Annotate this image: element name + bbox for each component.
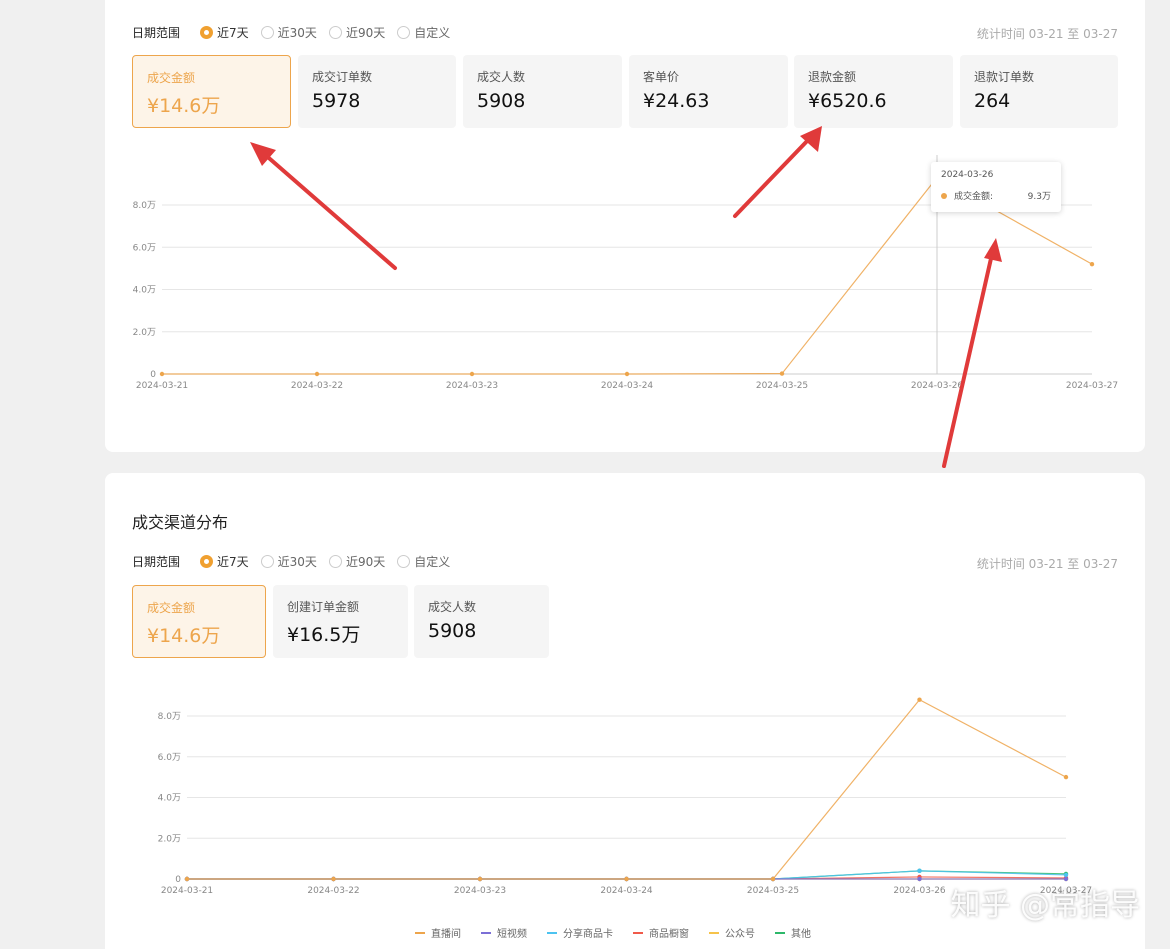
x-tick-label: 2024-03-21 xyxy=(161,886,213,896)
tooltip-value: 9.3万 xyxy=(1027,192,1051,202)
x-tick-label: 2024-03-25 xyxy=(747,886,799,896)
legend-line-icon xyxy=(547,931,557,934)
data-point xyxy=(1063,872,1069,878)
tooltip-series: 成交金额: xyxy=(954,192,994,202)
data-point xyxy=(184,876,190,882)
y-tick-label: 4.0万 xyxy=(133,286,156,296)
data-point xyxy=(1089,261,1095,267)
legend-item[interactable]: 短视频 xyxy=(481,925,527,940)
y-tick-label: 6.0万 xyxy=(158,753,181,763)
series-line xyxy=(187,698,1067,880)
data-point xyxy=(624,371,630,377)
y-tick-label: 0 xyxy=(150,370,156,380)
data-point xyxy=(917,868,922,874)
data-point xyxy=(314,371,320,377)
x-tick-label: 2024-03-22 xyxy=(291,381,343,391)
x-tick-label: 2024-03-26 xyxy=(893,886,946,896)
legend-line-icon xyxy=(633,931,643,934)
data-point xyxy=(159,371,165,377)
x-tick-label: 2024-03-24 xyxy=(600,886,653,896)
y-tick-label: 6.0万 xyxy=(133,243,156,253)
x-tick-label: 2024-03-27 xyxy=(1066,381,1118,391)
y-tick-label: 2.0万 xyxy=(158,834,181,844)
legend-line-icon xyxy=(709,931,719,934)
channel-distribution-panel: 成交渠道分布 日期范围 近7天 近30天 近90天 自定义 统计时间 03-21… xyxy=(105,473,1145,949)
trend-panel: 日期范围 近7天 近30天 近90天 自定义 统计时间 03-21 至 03-2… xyxy=(105,0,1145,452)
y-tick-label: 4.0万 xyxy=(158,794,181,804)
x-tick-label: 2024-03-25 xyxy=(756,381,808,391)
y-tick-label: 8.0万 xyxy=(133,201,156,211)
data-point xyxy=(917,876,922,882)
gmv-trend-chart: 0 2.0万 4.0万 6.0万 8.0万 2024-03-21 2024-03-22 202… xyxy=(133,155,1118,391)
data-point xyxy=(477,876,483,882)
data-point xyxy=(624,876,629,882)
x-tick-label: 2024-03-23 xyxy=(454,886,506,896)
y-tick-label: 2.0万 xyxy=(133,328,156,338)
channel-trend-chart: 0 2.0万 4.0万 6.0万 8.0万 2024-03-21 2024-03-22 202… xyxy=(158,697,1092,896)
data-point xyxy=(469,371,475,377)
legend-item[interactable]: 直播间 xyxy=(415,925,461,940)
tooltip-row: 成交金额: 9.3万 xyxy=(941,189,1051,202)
data-point xyxy=(779,371,785,376)
legend-line-icon xyxy=(415,931,425,934)
legend-item[interactable]: 商品橱窗 xyxy=(633,925,689,940)
legend-line-icon xyxy=(775,931,785,934)
y-tick-label: 0 xyxy=(175,875,181,885)
watermark: 知乎 @常指导 xyxy=(950,888,1140,923)
x-tick-label: 2024-03-22 xyxy=(307,886,359,896)
data-point xyxy=(331,876,336,882)
data-point xyxy=(770,876,776,882)
chart-legend: 直播间 短视频 分享商品卡 商品橱窗 公众号 其他 xyxy=(415,925,831,940)
x-tick-label: 2024-03-23 xyxy=(446,381,498,391)
chart-tooltip: 2024-03-26 成交金额: 9.3万 xyxy=(931,162,1061,212)
legend-item[interactable]: 其他 xyxy=(775,925,811,940)
y-tick-label: 8.0万 xyxy=(158,712,181,722)
tooltip-date: 2024-03-26 xyxy=(941,170,994,180)
data-point xyxy=(1063,774,1069,780)
legend-item[interactable]: 分享商品卡 xyxy=(547,925,613,940)
x-tick-label: 2024-03-24 xyxy=(601,381,654,391)
x-tick-label: 2024-03-21 xyxy=(136,381,188,391)
series-dot-icon xyxy=(941,192,947,199)
x-tick-label: 2024-03-26 xyxy=(911,381,964,391)
legend-line-icon xyxy=(481,931,491,934)
legend-item[interactable]: 公众号 xyxy=(709,925,755,940)
data-point xyxy=(917,697,922,702)
